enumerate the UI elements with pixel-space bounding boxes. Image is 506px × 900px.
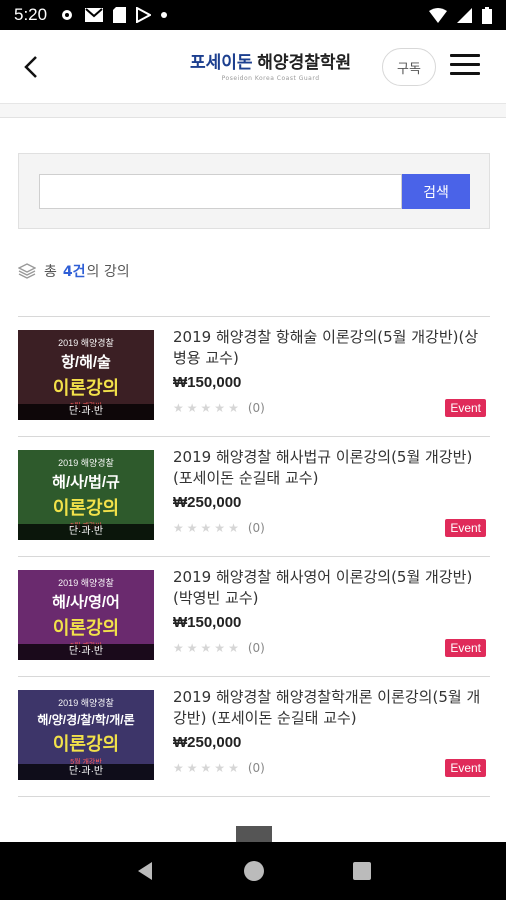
star-icon: ★: [228, 761, 239, 775]
star-icon: ★: [186, 521, 198, 535]
rating: ★ ★ ★ ★ ★ (0): [173, 761, 265, 775]
status-bar: 5:20: [0, 0, 506, 30]
rating-count: (0): [247, 641, 265, 655]
wifi-icon: [429, 7, 447, 23]
star-icon: ★: [200, 401, 212, 415]
back-button[interactable]: [18, 52, 46, 82]
chevron-left-icon: [24, 56, 37, 78]
star-icon: ★: [214, 401, 226, 415]
settings-gear-icon: [62, 10, 73, 20]
academy-logo[interactable]: 포세이돈 해양경찰학원 Poseidon Korea Coast Guard: [190, 48, 351, 82]
course-price: ₩150,000: [173, 374, 242, 391]
event-badge: Event: [445, 759, 486, 777]
star-icon: ★: [200, 521, 212, 535]
rating-count: (0): [247, 761, 265, 775]
star-icon: ★: [173, 761, 184, 775]
event-badge: Event: [445, 639, 486, 657]
app-header: 포세이돈 해양경찰학원 Poseidon Korea Coast Guard 구…: [0, 30, 506, 104]
course-thumbnail[interactable]: 2019 해양경찰 해/사/법/규 이론강의 5월 개강반 단·과·반: [18, 450, 154, 540]
rating-count: (0): [247, 521, 265, 535]
star-icon: ★: [186, 641, 198, 655]
search-box: 검색: [18, 153, 490, 229]
course-price: ₩250,000: [173, 734, 242, 751]
star-icon: ★: [228, 521, 239, 535]
gmail-icon: [85, 8, 104, 22]
nav-recents-icon[interactable]: [352, 861, 372, 881]
course-title[interactable]: 2019 해양경찰 해사영어 이론강의(5월 개강반)(박영빈 교수): [173, 567, 490, 609]
event-badge: Event: [445, 399, 486, 417]
course-title[interactable]: 2019 해양경찰 해양경찰학개론 이론강의(5월 개강반) (포세이돈 순길태…: [173, 687, 490, 729]
cell-signal-icon: [457, 7, 472, 23]
count-prefix: 총: [44, 264, 57, 280]
logo-text-dark: 해양경찰학원: [257, 53, 352, 72]
star-icon: ★: [214, 761, 226, 775]
course-count: 총 4건 의 강의: [18, 261, 130, 281]
battery-icon: [482, 6, 492, 24]
subscribe-button[interactable]: 구독: [382, 48, 436, 86]
course-price: ₩150,000: [173, 614, 242, 631]
nav-home-icon[interactable]: [243, 860, 265, 882]
course-item[interactable]: 2019 해양경찰 해/양/경/찰/학/개/론 이론강의 5월 개강반 단·과·…: [18, 677, 490, 797]
star-icon: ★: [173, 401, 184, 415]
star-icon: ★: [200, 641, 212, 655]
nav-back-icon[interactable]: [134, 860, 156, 882]
star-icon: ★: [186, 401, 198, 415]
pagination-button[interactable]: [236, 826, 272, 842]
course-thumbnail[interactable]: 2019 해양경찰 해/양/경/찰/학/개/론 이론강의 5월 개강반 단·과·…: [18, 690, 154, 780]
rating-count: (0): [247, 401, 265, 415]
course-item[interactable]: 2019 해양경찰 해/사/법/규 이론강의 5월 개강반 단·과·반 2019…: [18, 437, 490, 557]
rating: ★ ★ ★ ★ ★ (0): [173, 521, 265, 535]
header-divider: [0, 104, 506, 118]
star-icon: ★: [228, 401, 239, 415]
star-icon: ★: [173, 641, 184, 655]
course-item[interactable]: 2019 해양경찰 해/사/영/어 이론강의 5월 개강반 단·과·반 2019…: [18, 557, 490, 677]
event-badge: Event: [445, 519, 486, 537]
course-title[interactable]: 2019 해양경찰 해사법규 이론강의(5월 개강반)(포세이돈 순길태 교수): [173, 447, 490, 489]
course-thumbnail[interactable]: 2019 해양경찰 해/사/영/어 이론강의 5월 개강반 단·과·반: [18, 570, 154, 660]
star-icon: ★: [200, 761, 212, 775]
star-icon: ★: [186, 761, 198, 775]
search-input[interactable]: [39, 174, 402, 209]
logo-subtext: Poseidon Korea Coast Guard: [221, 75, 320, 82]
rating: ★ ★ ★ ★ ★ (0): [173, 641, 265, 655]
logo-text-blue: 포세이돈: [190, 53, 253, 72]
star-icon: ★: [214, 641, 226, 655]
course-price: ₩250,000: [173, 494, 242, 511]
course-item[interactable]: 2019 해양경찰 항/해/술 이론강의 5월 개강반 단·과·반 2019 해…: [18, 317, 490, 437]
layers-icon: [18, 263, 36, 279]
course-list: 2019 해양경찰 항/해/술 이론강의 5월 개강반 단·과·반 2019 해…: [18, 316, 490, 797]
system-nav-bar: [0, 842, 506, 900]
star-icon: ★: [214, 521, 226, 535]
status-time: 5:20: [14, 5, 48, 24]
play-store-icon: [136, 7, 152, 23]
star-icon: ★: [173, 521, 184, 535]
count-number: 4건: [62, 264, 86, 280]
hamburger-menu-icon[interactable]: [450, 54, 480, 80]
search-button[interactable]: 검색: [402, 174, 470, 209]
course-title[interactable]: 2019 해양경찰 항해술 이론강의(5월 개강반)(상병용 교수): [173, 327, 490, 369]
count-suffix: 의 강의: [86, 264, 130, 280]
rating: ★ ★ ★ ★ ★ (0): [173, 401, 265, 415]
sd-card-icon: [113, 7, 127, 23]
notification-dot-icon: [161, 12, 168, 18]
course-thumbnail[interactable]: 2019 해양경찰 항/해/술 이론강의 5월 개강반 단·과·반: [18, 330, 154, 420]
star-icon: ★: [228, 641, 239, 655]
